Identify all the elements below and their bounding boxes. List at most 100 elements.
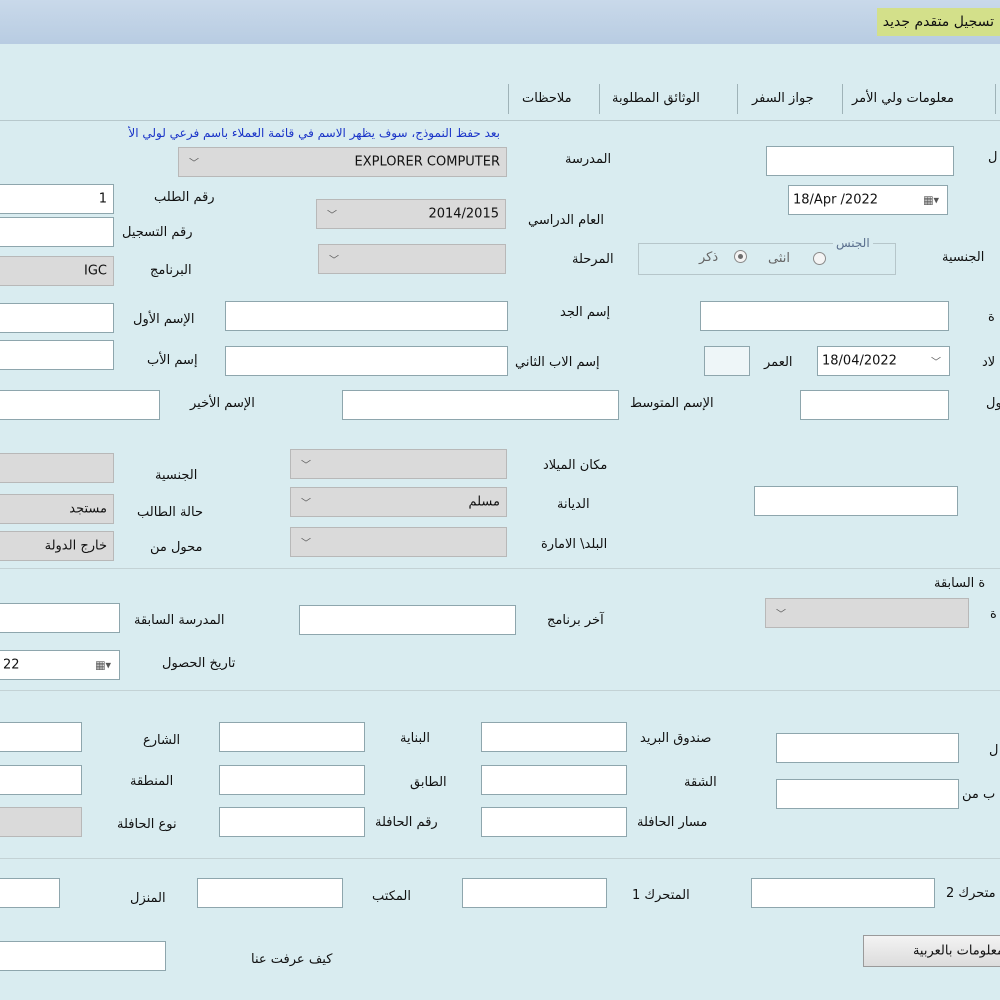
building-input[interactable] [219, 722, 365, 752]
mobile1-label: المتحرك 1 [632, 888, 690, 903]
how-found-label: كيف عرفت عنا [251, 952, 333, 967]
calendar-dropdown-icon[interactable]: ▦▾ [923, 194, 939, 207]
religion-select[interactable]: مسلم ﹀ [290, 487, 507, 517]
tab-separator [508, 84, 509, 114]
bus-route-label: مسار الحافلة [637, 815, 708, 830]
apartment-input[interactable] [481, 765, 627, 795]
how-found-input[interactable] [0, 941, 166, 971]
obtain-date-picker[interactable]: 22 ▦▾ [0, 650, 120, 680]
title-bar [0, 0, 1000, 44]
edge-label: ة [988, 310, 995, 325]
school-select[interactable]: EXPLORER COMPUTER ﹀ [178, 147, 507, 177]
calendar-dropdown-icon[interactable]: ▦▾ [95, 659, 111, 672]
first-name-label: الإسم الأول [133, 312, 195, 327]
area-input[interactable] [0, 765, 82, 795]
left-mid-input[interactable] [754, 486, 958, 516]
male-radio[interactable] [734, 250, 747, 263]
gender-legend: الجنس [833, 236, 873, 250]
chevron-down-icon: ﹀ [776, 609, 786, 621]
last-name-input[interactable] [0, 390, 160, 420]
second-father-name-label: إسم الاب الثاني [515, 355, 600, 370]
address-left-input-2[interactable] [776, 779, 959, 809]
previous-school-label: المدرسة السابقة [134, 613, 225, 628]
academic-year-label: العام الدراسي [528, 213, 605, 228]
edge-label: ب من [962, 787, 996, 802]
religion-label: الديانة [557, 497, 590, 512]
street-input[interactable] [0, 722, 82, 752]
previous-grade-select[interactable]: ﹀ [765, 598, 969, 628]
po-box-label: صندوق البريد [640, 731, 712, 746]
chevron-down-icon: ﹀ [931, 357, 941, 369]
address-left-input-1[interactable] [776, 733, 959, 763]
grandfather-name-input[interactable] [225, 301, 508, 331]
arabic-info-button[interactable]: معلومات بالعربية [863, 935, 1000, 967]
edge-label: ة [990, 607, 997, 622]
home-label: المنزل [130, 891, 166, 906]
section-divider [0, 858, 1000, 859]
student-status-input: مستجد [0, 494, 114, 524]
academic-year-select[interactable]: 2014/2015 ﹀ [316, 199, 506, 229]
area-label: المنطقة [130, 774, 174, 789]
mobile1-input[interactable] [462, 878, 607, 908]
office-input[interactable] [197, 878, 343, 908]
female-radio[interactable] [813, 252, 826, 265]
birth-date-select[interactable]: 18/04/2022 ﹀ [817, 346, 950, 376]
age-input [704, 346, 750, 376]
tab-passport[interactable]: جواز السفر [752, 84, 814, 114]
female-label: انثى [768, 251, 790, 266]
tab-separator [995, 84, 996, 114]
birth-date-value: 18/04/2022 [822, 353, 897, 369]
second-father-name-input[interactable] [225, 346, 508, 376]
mobile2-input[interactable] [751, 878, 935, 908]
stage-select[interactable]: ﹀ [318, 244, 506, 274]
academic-year-value: 2014/2015 [428, 206, 499, 222]
registration-date-picker[interactable]: 18/Apr /2022 ▦▾ [788, 185, 948, 215]
registration-date-value: 18/Apr /2022 [793, 192, 879, 208]
floor-input[interactable] [219, 765, 365, 795]
birthplace-select[interactable]: ﹀ [290, 449, 507, 479]
first-name-input[interactable] [0, 303, 114, 333]
registration-no-input[interactable] [0, 217, 114, 247]
left-field-input[interactable] [700, 301, 949, 331]
home-input[interactable] [0, 878, 60, 908]
bus-number-input[interactable] [219, 807, 365, 837]
nationality-input [0, 453, 114, 483]
transferred-from-label: محول من [150, 540, 203, 555]
info-message: بعد حفظ النموذج، سوف يظهر الاسم في قائمة… [128, 126, 500, 140]
po-box-input[interactable] [481, 722, 627, 752]
tab-required-documents[interactable]: الوثائق المطلوبة [612, 84, 700, 114]
tab-guardian-info[interactable]: معلومات ولي الأمر [852, 84, 954, 114]
transferred-from-input: خارج الدولة [0, 531, 114, 561]
father-name-input[interactable] [0, 340, 114, 370]
birthplace-label: مكان الميلاد [543, 458, 608, 473]
edge-label: لاد [982, 355, 996, 370]
request-no-input[interactable]: 1 [0, 184, 114, 214]
previous-school-input[interactable] [0, 603, 120, 633]
school-label: المدرسة [565, 152, 612, 167]
previous-section-label: ة السابقة [934, 576, 986, 591]
country-emirate-select[interactable]: ﹀ [290, 527, 507, 557]
student-code-input[interactable] [766, 146, 954, 176]
religion-value: مسلم [468, 494, 500, 510]
mobile2-label: متحرك 2 [946, 886, 996, 901]
chevron-down-icon: ﹀ [301, 460, 311, 472]
building-label: البناية [400, 731, 430, 746]
grandfather-name-label: إسم الجد [560, 305, 611, 320]
edge-label: ول [986, 396, 1000, 411]
middle-name-label: الإسم المتوسط [630, 396, 714, 411]
obtain-date-value: 22 [3, 657, 20, 673]
arabic-info-button-label: معلومات بالعربية [912, 943, 1000, 959]
left-name-input[interactable] [800, 390, 949, 420]
male-label: ذكر [699, 250, 719, 265]
student-status-value: مستجد [69, 501, 107, 517]
tab-notes[interactable]: ملاحظات [522, 84, 572, 114]
nationality-label: الجنسية [155, 468, 198, 483]
street-label: الشارع [143, 733, 181, 748]
program-label: البرنامج [150, 263, 192, 278]
edge-label: ل [988, 150, 998, 165]
edge-label-nationality: الجنسية [942, 250, 985, 265]
obtain-date-label: تاريخ الحصول [162, 656, 236, 671]
bus-route-input[interactable] [481, 807, 627, 837]
middle-name-input[interactable] [342, 390, 619, 420]
last-program-input[interactable] [299, 605, 516, 635]
